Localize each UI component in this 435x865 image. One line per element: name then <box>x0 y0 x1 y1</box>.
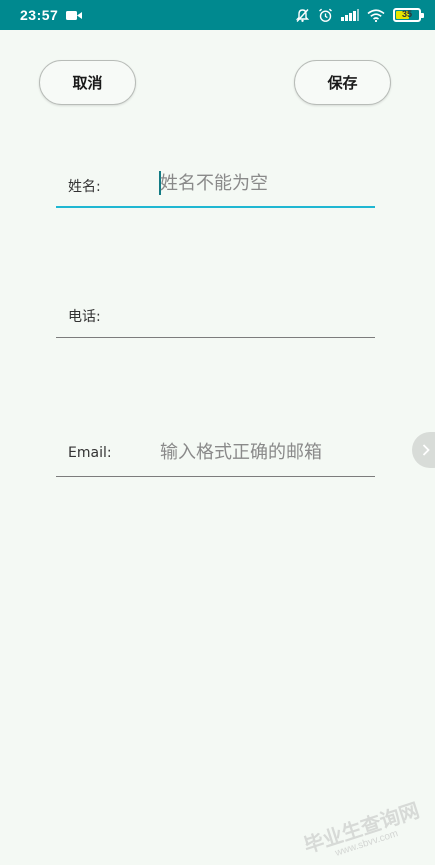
battery-icon: 35 <box>393 8 424 22</box>
phone-label: 电话: <box>68 309 101 325</box>
email-field-row: Email: <box>56 429 375 477</box>
side-drawer-handle[interactable] <box>412 432 435 468</box>
status-time: 23:57 <box>20 7 59 23</box>
save-button[interactable]: 保存 <box>294 60 391 105</box>
phone-input[interactable] <box>160 296 372 330</box>
cancel-button[interactable]: 取消 <box>39 60 136 105</box>
signal-icon <box>341 9 359 21</box>
name-input[interactable] <box>160 166 372 200</box>
status-right: 35 <box>295 8 424 23</box>
name-field-row: 姓名: <box>56 160 375 208</box>
name-label: 姓名: <box>68 179 101 195</box>
mute-bell-icon <box>295 8 310 23</box>
wifi-icon <box>367 8 385 22</box>
email-input[interactable] <box>160 435 372 469</box>
phone-field-row: 电话: <box>56 290 375 338</box>
chevron-right-icon <box>422 441 430 460</box>
video-camera-icon <box>66 10 83 21</box>
email-label: Email: <box>68 445 112 461</box>
status-bar: 23:57 35 <box>0 0 435 30</box>
status-left: 23:57 <box>20 7 83 23</box>
app-screen: 23:57 35 取消 保存 姓名: 姓名不能为空 电话: Email: 输入格… <box>0 0 435 865</box>
battery-level: 35 <box>401 9 412 19</box>
alarm-icon <box>318 8 333 23</box>
